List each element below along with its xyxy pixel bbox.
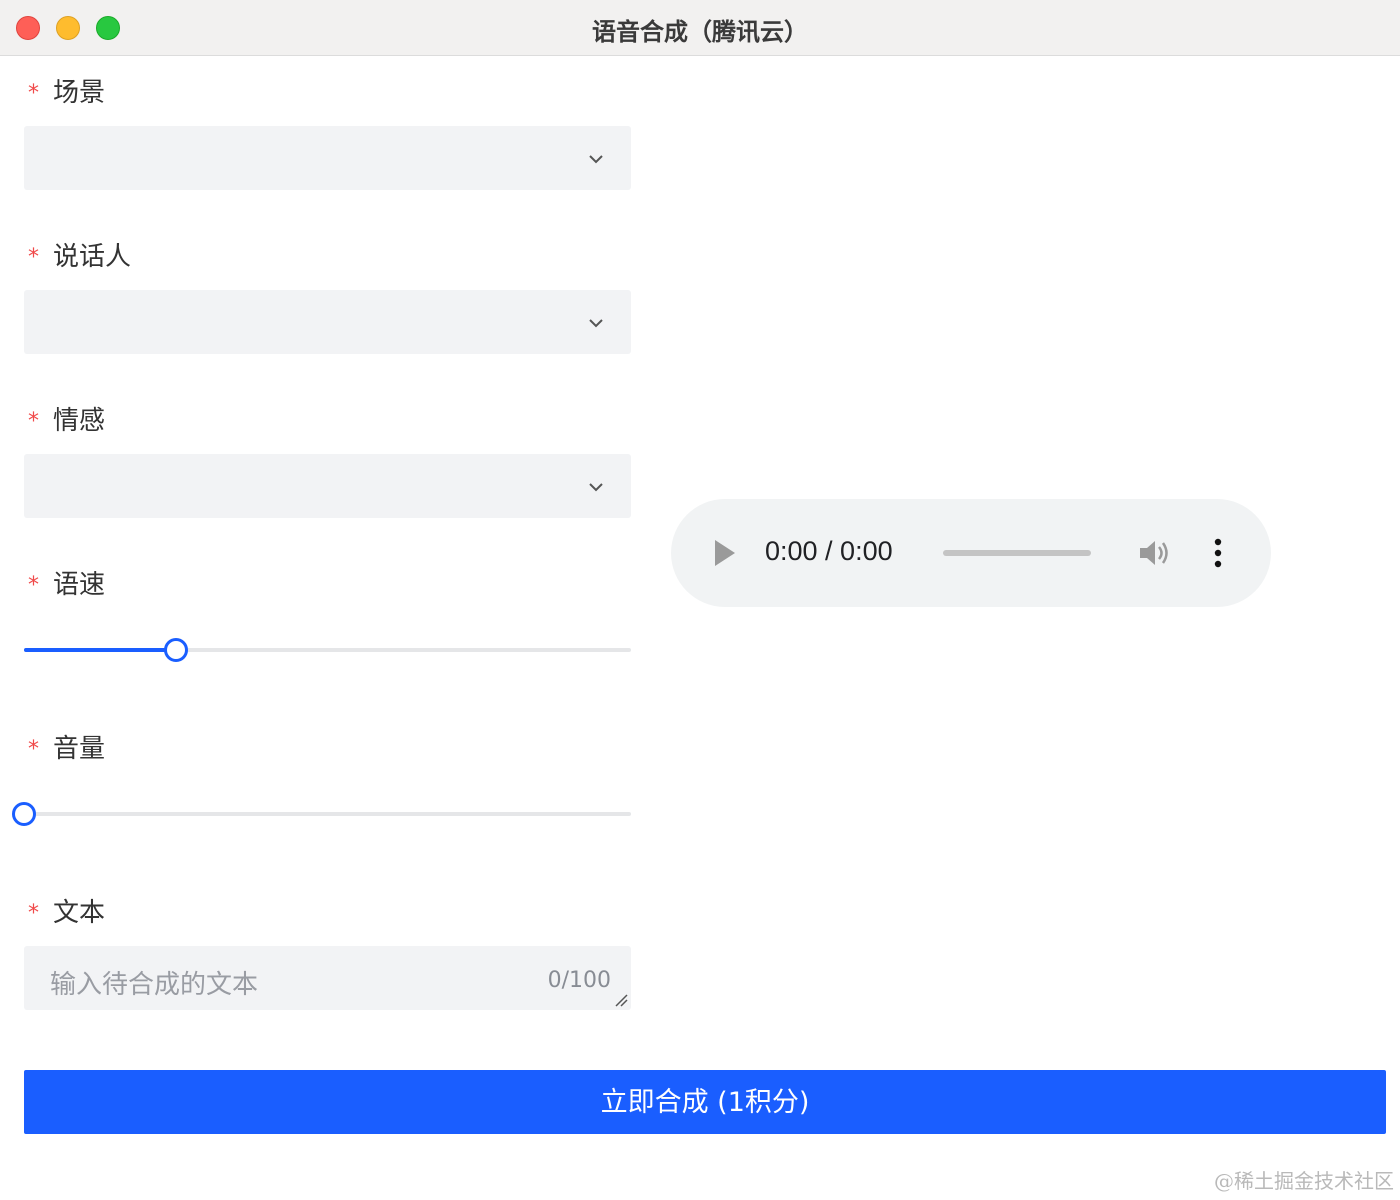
required-mark: * [28, 409, 39, 434]
volume-slider[interactable] [12, 799, 631, 829]
audio-time: 0:00 / 0:00 [765, 536, 893, 566]
required-mark: * [28, 737, 39, 762]
more-options-icon[interactable] [1211, 537, 1225, 569]
slider-thumb[interactable] [163, 638, 188, 662]
required-mark: * [28, 81, 39, 106]
text-input-placeholder: 输入待合成的文本 [50, 970, 259, 1000]
required-mark: * [28, 245, 39, 270]
play-icon[interactable] [715, 540, 735, 566]
window-title: 语音合成（腾讯云） [592, 18, 808, 46]
slider-track [24, 812, 631, 816]
chevron-down-icon [589, 155, 603, 164]
text-input[interactable]: 输入待合成的文本 0/100 [24, 946, 631, 1010]
speed-label-text: 语速 [53, 570, 106, 600]
speed-label: * 语速 [28, 564, 105, 601]
scene-select[interactable] [24, 126, 631, 190]
slider-fill [24, 648, 176, 652]
required-mark: * [28, 901, 39, 926]
volume-label-text: 音量 [53, 734, 106, 764]
volume-icon[interactable] [1138, 537, 1172, 569]
chevron-down-icon [589, 319, 603, 328]
speed-slider[interactable] [24, 635, 631, 665]
chevron-down-icon [589, 483, 603, 492]
audio-progress-bar[interactable] [943, 550, 1091, 556]
scene-label-text: 场景 [53, 78, 106, 108]
text-label-text: 文本 [53, 898, 106, 928]
emotion-label: * 情感 [28, 400, 105, 437]
speaker-select[interactable] [24, 290, 631, 354]
resize-handle-icon[interactable] [614, 993, 628, 1007]
volume-label: * 音量 [28, 728, 105, 765]
emotion-select[interactable] [24, 454, 631, 518]
scene-label: * 场景 [28, 72, 105, 109]
slider-thumb[interactable] [12, 802, 36, 826]
emotion-label-text: 情感 [53, 406, 106, 436]
audio-player: 0:00 / 0:00 [671, 499, 1271, 607]
window-titlebar: 语音合成（腾讯云） [0, 0, 1400, 56]
watermark: @稀土掘金技术社区 [1214, 1169, 1394, 1193]
speaker-label: * 说话人 [28, 236, 131, 273]
synthesize-button[interactable]: 立即合成 (1积分) [24, 1070, 1386, 1134]
required-mark: * [28, 573, 39, 598]
speaker-label-text: 说话人 [53, 242, 132, 272]
text-label: * 文本 [28, 892, 105, 929]
char-counter: 0/100 [547, 968, 611, 993]
